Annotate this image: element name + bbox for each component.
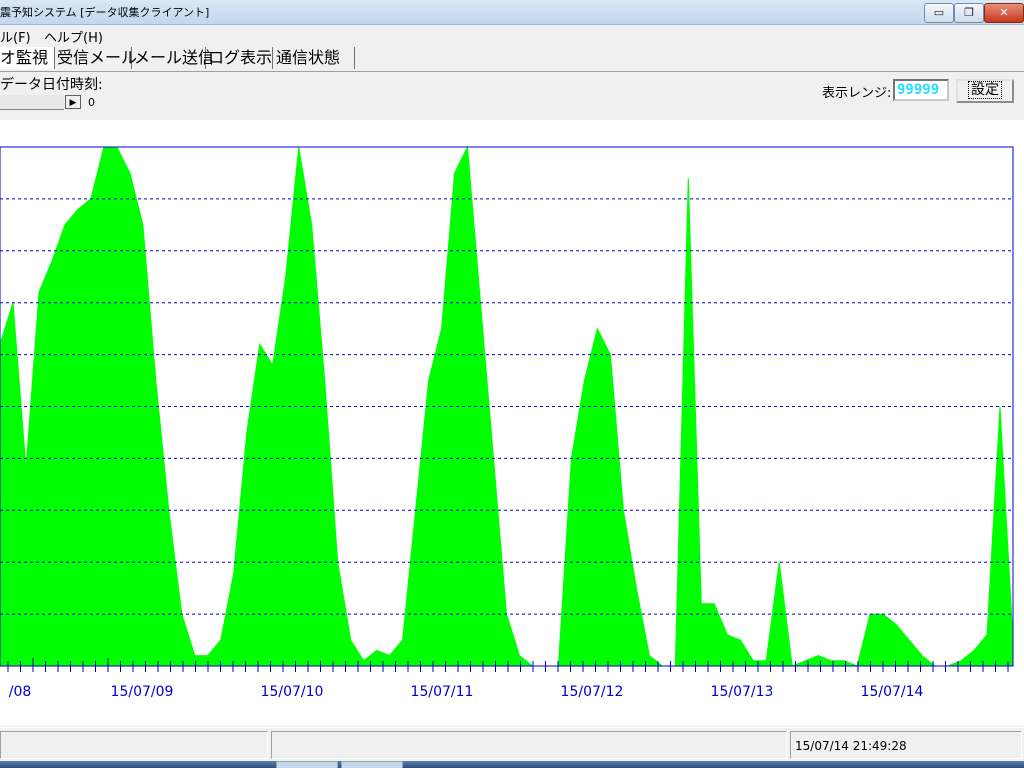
minimize-icon: ▭ xyxy=(933,6,945,19)
scroll-track[interactable] xyxy=(0,95,64,110)
x-tick-label: 15/07/11 xyxy=(411,684,474,700)
x-tick-label: /08 xyxy=(9,684,32,700)
menu-help[interactable]: ヘルプ(H) xyxy=(44,27,103,46)
status-bar: 15/07/14 21:49:28 xyxy=(0,727,1024,762)
tab-received-mail[interactable]: 受信メール xyxy=(57,47,137,69)
tab-send-mail[interactable]: メール送信 xyxy=(134,47,214,69)
window-title: 震予知システム [データ収集クライアント] xyxy=(0,6,210,19)
set-button-label: 設定 xyxy=(968,81,1002,99)
tab-strip: オ監視 受信メール メール送信 ログ表示 通信状態 xyxy=(0,45,1024,72)
x-tick-label: 15/07/10 xyxy=(261,684,324,700)
status-panel-2 xyxy=(271,731,787,759)
status-panel-datetime: 15/07/14 21:49:28 xyxy=(790,731,1022,759)
scroll-value: 0 xyxy=(88,96,95,109)
x-tick-label: 15/07/09 xyxy=(111,684,174,700)
close-button[interactable]: ✕ xyxy=(984,3,1024,23)
title-bar: 震予知システム [データ収集クライアント] ▭ ❐ ✕ xyxy=(0,0,1024,25)
menu-file[interactable]: ル(F) xyxy=(0,27,31,46)
display-range-label: 表示レンジ: xyxy=(822,86,892,101)
scroll-right-arrow-icon[interactable]: ▶ xyxy=(65,95,81,109)
menu-bar: ル(F) ヘルプ(H) xyxy=(0,25,1024,46)
status-panel-1 xyxy=(0,731,268,759)
taskbar-button-2[interactable] xyxy=(341,761,403,768)
x-tick-label: 15/07/14 xyxy=(861,684,924,700)
status-datetime: 15/07/14 21:49:28 xyxy=(795,739,907,753)
chart-svg: /08 15/07/09 15/07/10 15/07/11 15/07/12 15/07… xyxy=(0,145,1014,700)
set-button[interactable]: 設定 xyxy=(956,79,1014,103)
x-tick-label: 15/07/13 xyxy=(711,684,774,700)
x-tick-label: 15/07/12 xyxy=(561,684,624,700)
data-time-label: データ日付時刻: xyxy=(0,77,103,93)
data-time-scrollbar[interactable]: ▶ 0 xyxy=(0,95,95,111)
taskbar xyxy=(0,761,1024,768)
maximize-button[interactable]: ❐ xyxy=(954,3,984,23)
minimize-button[interactable]: ▭ xyxy=(924,3,954,23)
taskbar-button-1[interactable] xyxy=(276,761,338,768)
restore-icon: ❐ xyxy=(964,6,974,19)
tab-log[interactable]: ログ表示 xyxy=(208,47,273,69)
waveform-chart: /08 15/07/09 15/07/10 15/07/11 15/07/12 15/07… xyxy=(0,120,1024,725)
display-range-input[interactable] xyxy=(893,79,949,101)
tab-monitor[interactable]: オ監視 xyxy=(0,47,55,69)
tab-comm-status[interactable]: 通信状態 xyxy=(276,47,355,69)
close-icon: ✕ xyxy=(999,6,1009,19)
